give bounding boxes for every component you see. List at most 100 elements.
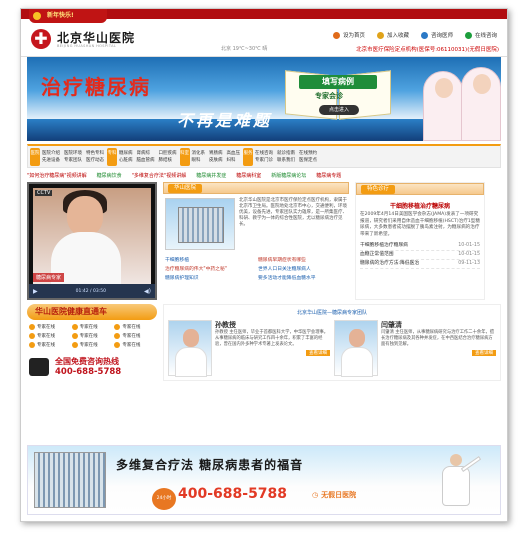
top-links: 设为首页 加入收藏 咨询医师 在线咨询: [332, 31, 497, 39]
weather-text: 北京 19℃~30℃ 晴: [221, 46, 268, 52]
nav-group-specialty: 专科 糖尿病 肾病综 口腔疾病 心脏病 脑血管病 肺结核: [107, 147, 177, 166]
nav-group-service: 服务 在线咨询 就诊指南 在线预约 专家门诊 联系我们 医保定点: [243, 147, 317, 166]
qq-expert-link[interactable]: 专家在线: [71, 324, 113, 330]
nurse-image: [461, 67, 501, 141]
section-header: 特色诊疗: [356, 183, 484, 195]
hospital-logo-icon[interactable]: ✚: [31, 29, 51, 49]
nav-item[interactable]: 皮肤病: [209, 157, 223, 163]
footer-phone[interactable]: 400-688-5788: [178, 486, 287, 502]
phone-icon: [29, 357, 49, 376]
book-graphic: 填写病例 专家会诊 点击进入: [283, 63, 393, 125]
qq-expert-link[interactable]: 专家在线: [114, 342, 155, 348]
enter-button[interactable]: 点击进入: [319, 105, 359, 115]
qq-icon: [29, 342, 35, 348]
play-icon[interactable]: ▶: [33, 288, 38, 295]
nav-item[interactable]: 医院环境: [64, 150, 82, 156]
banner-subtitle: 不再是难题: [177, 111, 273, 130]
news-link[interactable]: 干细胞移植: [165, 256, 254, 263]
ticker-link[interactable]: "多维复合疗法"视频讲解: [132, 172, 187, 179]
view-detail-button[interactable]: 查看详细: [306, 350, 330, 356]
free-hotline: 全国免费咨询热线 400-688-5788: [27, 352, 157, 381]
qq-expert-link[interactable]: 专家在线: [114, 333, 155, 339]
volume-icon[interactable]: ◀): [144, 288, 151, 295]
nav-item[interactable]: 妇科: [227, 157, 241, 163]
qq-expert-link[interactable]: 专家在线: [29, 324, 70, 330]
ticker-link[interactable]: 新版糖尿病论坛: [271, 172, 306, 179]
nav-item[interactable]: 脑血管病: [137, 157, 155, 163]
nav-item[interactable]: 肾病综: [137, 150, 155, 156]
nav-item[interactable]: 专家门诊: [255, 157, 273, 163]
ticker-link[interactable]: "如何治疗糖尿病"视频讲解: [27, 172, 87, 179]
news-link[interactable]: 糖尿病早期症状有哪些: [258, 256, 347, 263]
logo-subtitle: BEIJING HUASHAN HOSPITAL: [57, 44, 117, 48]
nav-item[interactable]: 高血压: [227, 150, 241, 156]
qq-expert-link[interactable]: 专家在线: [114, 324, 155, 330]
set-homepage-link[interactable]: 设为首页: [332, 31, 365, 39]
nav-item[interactable]: 肺结核: [159, 157, 177, 163]
expert-bio: 闫肇清 主任医师，从事糖尿病研究与治疗工作二十余年，擅长治疗糖尿病及其各种并发症…: [381, 330, 495, 347]
nav-item[interactable]: 口腔疾病: [159, 150, 177, 156]
list-item[interactable]: 血糖正常值范围 10-01-15: [360, 251, 480, 260]
news-links: 干细胞移植 糖尿病早期症状有哪些 治疗糖尿病的伟大"中药之秘" 世界人口日关注糖…: [163, 254, 349, 283]
list-item[interactable]: 糖尿病的治疗方法:降低医治 09-11-13: [360, 260, 480, 269]
special-list: 干细胞移植治疗糖尿病 10-01-15 血糖正常值范围 10-01-15 糖尿病的治…: [356, 238, 484, 269]
nav-tag: 专科: [107, 147, 117, 166]
newyear-text: 新年快乐!: [47, 12, 74, 19]
nav-tag: 科室: [179, 147, 190, 166]
consult-doctor-link[interactable]: 咨询医师: [420, 31, 453, 39]
add-favorite-link[interactable]: 加入收藏: [376, 31, 409, 39]
qq-expert-link[interactable]: 专家在线: [29, 333, 70, 339]
nav-item[interactable]: 医院介绍: [42, 150, 60, 156]
nav-item[interactable]: 糖尿病: [119, 150, 133, 156]
nav-item[interactable]: 专家团队: [64, 157, 82, 163]
ticker-link[interactable]: 糖尿病并发症: [196, 172, 226, 179]
qq-expert-link[interactable]: 专家在线: [71, 342, 113, 348]
ticker-link[interactable]: 糖尿病饮食: [97, 172, 122, 179]
building-image: [165, 198, 235, 250]
health-express: 华山医院健康直通车 专家在线 专家在线 专家在线 专家在线 专家在线 专家在线 …: [27, 304, 157, 381]
ticker-link[interactable]: 糖尿病专题: [316, 172, 341, 179]
nav-group-hospital: 医院 医院介绍 医院环境 特色专科 先进设备 专家团队 医疗动态: [30, 147, 104, 166]
clock-icon: ◷: [312, 491, 319, 499]
video-screen[interactable]: CCTV: [33, 188, 151, 284]
nav-item[interactable]: 在线预约: [299, 150, 317, 156]
nav-item[interactable]: 先进设备: [42, 157, 60, 163]
news-link[interactable]: 要多活动才能降低血糖水平: [258, 274, 347, 281]
ticker-links: "如何治疗糖尿病"视频讲解 糖尿病饮食 "多维复合疗法"视频讲解 糖尿病并发症 …: [27, 170, 501, 180]
news-link[interactable]: 治疗糖尿病的伟大"中药之秘": [165, 265, 254, 272]
nav-item[interactable]: 在线咨询: [255, 150, 273, 156]
nav-item[interactable]: 特色专科: [86, 150, 104, 156]
free-hotline-number[interactable]: 400-688-5788: [55, 367, 121, 377]
nav-item[interactable]: 就诊指南: [277, 150, 295, 156]
footer-banner[interactable]: 多维复合疗法 糖尿病患者的福音 24小时 400-688-5788 ◷ 无假日医院: [27, 445, 501, 515]
nav-item[interactable]: 眼科: [192, 157, 206, 163]
nav-item[interactable]: 医疗动态: [86, 157, 104, 163]
special-headline[interactable]: 干细胞移植治疗糖尿病: [356, 201, 484, 210]
qq-expert-link[interactable]: 专家在线: [29, 342, 70, 348]
nav-item[interactable]: 消化系: [192, 150, 206, 156]
nav-item[interactable]: 心脏病: [119, 157, 133, 163]
hero-banner[interactable]: 治疗糖尿病 不再是难题 填写病例 专家会诊 点击进入: [27, 57, 501, 141]
expert-team: 北京华山医院—糖尿病专家团队 孙教授 孙教授 主任医师，毕业于首都医科大学，中华…: [163, 304, 501, 381]
nav-item[interactable]: 医保定点: [299, 157, 317, 163]
special-treatment: 特色诊疗 干细胞移植治疗糖尿病 在2009年4月14日美国医学会杂志(JAMA)…: [355, 182, 485, 300]
24h-badge: 24小时: [152, 488, 176, 510]
nav-item[interactable]: 胃肠病: [209, 150, 223, 156]
expert-card[interactable]: 孙教授 孙教授 主任医师，毕业于首都医科大学，中华医学会理事。从事糖尿病的临床与…: [168, 320, 330, 377]
qq-icon: [29, 324, 35, 330]
news-link[interactable]: 糖尿病护理知识: [165, 274, 254, 281]
qq-icon: [114, 333, 121, 339]
main-nav: 医院 医院介绍 医院环境 特色专科 先进设备 专家团队 医疗动态 专科 糖尿病 …: [27, 144, 501, 168]
qq-expert-link[interactable]: 专家在线: [71, 333, 113, 339]
insurance-text: 北京市医疗保险定点机构(医保号:06110031)(无假日医院): [356, 47, 499, 53]
online-consult-link[interactable]: 在线咨询: [464, 31, 497, 39]
nav-item[interactable]: 联系我们: [277, 157, 295, 163]
expert-card[interactable]: 闫肇清 闫肇清 主任医师，从事糖尿病研究与治疗工作二十余年，擅长治疗糖尿病及其各…: [334, 320, 496, 377]
expert-photo: [334, 320, 378, 377]
news-link[interactable]: 世界人口日关注糖尿病人: [258, 265, 347, 272]
qq-icon: [114, 324, 121, 330]
ticker-link[interactable]: 糖尿病科室: [236, 172, 261, 179]
view-detail-button[interactable]: 查看详细: [472, 350, 496, 356]
list-item[interactable]: 干细胞移植治疗糖尿病 10-01-15: [360, 242, 480, 251]
video-player[interactable]: CCTV 糖尿病专家 ▶ 01:42 / 03:50 ◀): [27, 182, 157, 300]
